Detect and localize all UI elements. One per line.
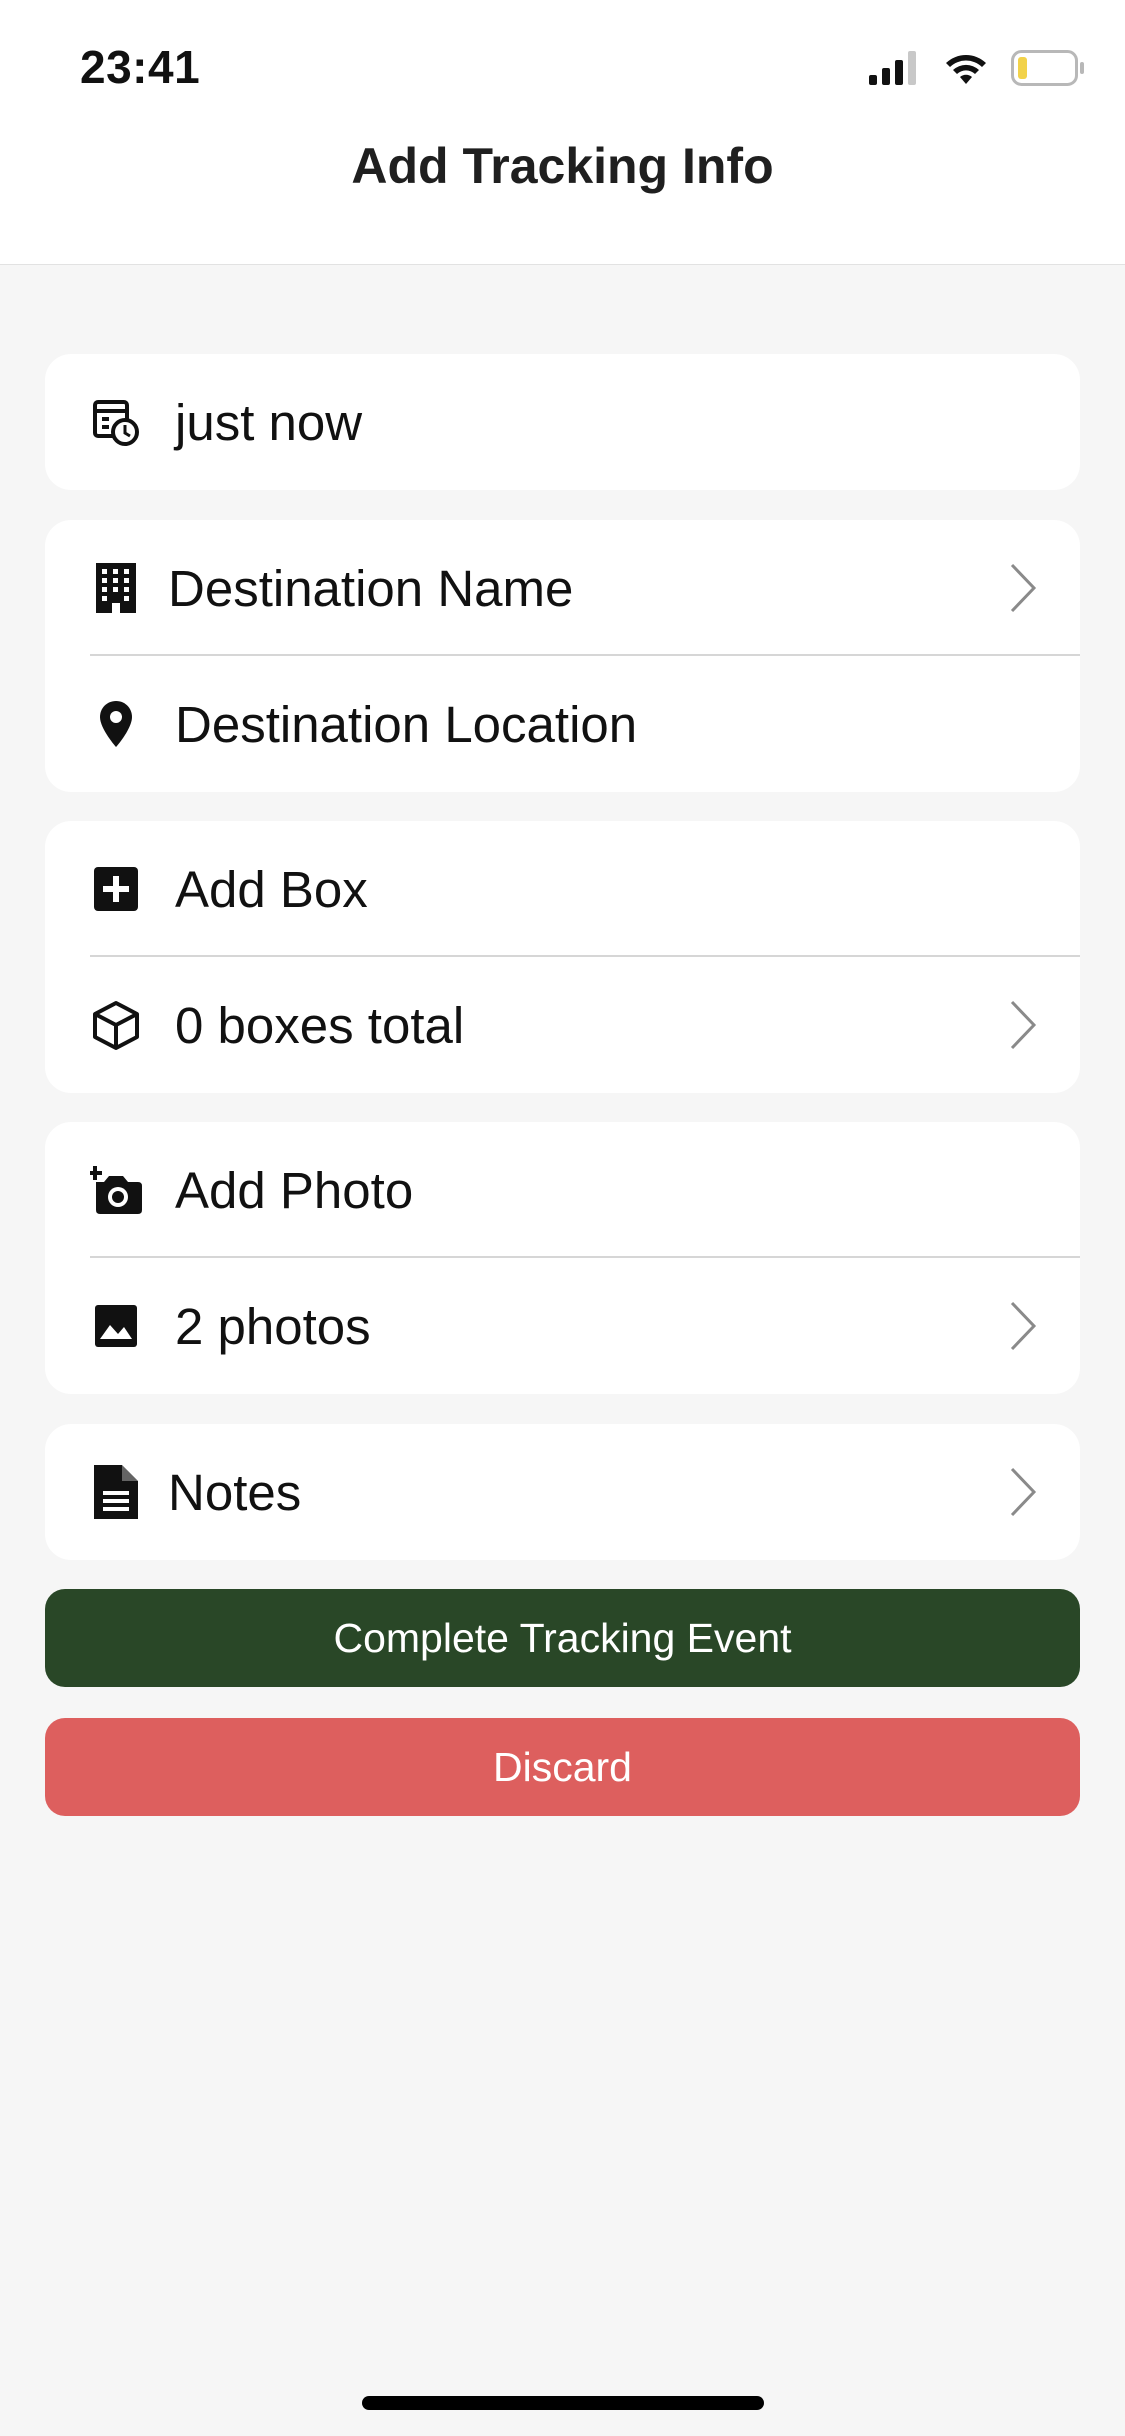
add-camera-icon bbox=[90, 1164, 142, 1216]
destination-name-label: Destination Name bbox=[168, 559, 574, 617]
building-icon bbox=[90, 562, 142, 614]
destination-name-row[interactable]: Destination Name bbox=[45, 520, 1080, 656]
add-box-label: Add Box bbox=[175, 860, 368, 918]
chevron-right-icon bbox=[1008, 562, 1038, 614]
home-indicator[interactable] bbox=[362, 2396, 764, 2410]
discard-button[interactable]: Discard bbox=[45, 1718, 1080, 1816]
boxes-total-row[interactable]: 0 boxes total bbox=[45, 957, 1080, 1093]
add-photo-label: Add Photo bbox=[175, 1161, 414, 1219]
time-card: just now bbox=[45, 354, 1080, 490]
chevron-right-icon bbox=[1008, 999, 1038, 1051]
battery-icon bbox=[1011, 49, 1085, 91]
add-photo-row[interactable]: Add Photo bbox=[45, 1122, 1080, 1258]
boxes-total-label: 0 boxes total bbox=[175, 996, 465, 1054]
photos-count-label: 2 photos bbox=[175, 1297, 371, 1355]
chevron-right-icon bbox=[1008, 1300, 1038, 1352]
photos-count-row[interactable]: 2 photos bbox=[45, 1258, 1080, 1394]
image-icon bbox=[90, 1300, 142, 1352]
add-box-row[interactable]: Add Box bbox=[45, 821, 1080, 957]
status-time: 23:41 bbox=[80, 41, 201, 93]
navigation-bar: Add Tracking Info bbox=[0, 138, 1125, 265]
document-icon bbox=[90, 1465, 142, 1519]
chevron-right-icon bbox=[1008, 1466, 1038, 1518]
boxes-card: Add Box 0 boxes total bbox=[45, 821, 1080, 1093]
time-label: just now bbox=[175, 393, 363, 451]
status-bar: 23:41 bbox=[0, 0, 1125, 140]
signal-icon bbox=[869, 50, 921, 90]
box-icon bbox=[90, 999, 142, 1051]
notes-card: Notes bbox=[45, 1424, 1080, 1560]
destination-location-label: Destination Location bbox=[175, 695, 638, 753]
destination-card: Destination Name Destination Location bbox=[45, 520, 1080, 792]
map-pin-icon bbox=[90, 698, 142, 750]
calendar-clock-icon bbox=[90, 396, 142, 448]
photos-card: Add Photo 2 photos bbox=[45, 1122, 1080, 1394]
page-title: Add Tracking Info bbox=[351, 138, 774, 194]
plus-square-icon bbox=[90, 863, 142, 915]
time-row[interactable]: just now bbox=[45, 354, 1080, 490]
complete-tracking-event-button[interactable]: Complete Tracking Event bbox=[45, 1589, 1080, 1687]
status-icons bbox=[869, 48, 1085, 92]
destination-location-row[interactable]: Destination Location bbox=[45, 656, 1080, 792]
notes-label: Notes bbox=[168, 1463, 302, 1521]
notes-row[interactable]: Notes bbox=[45, 1424, 1080, 1560]
wifi-icon bbox=[943, 51, 989, 90]
